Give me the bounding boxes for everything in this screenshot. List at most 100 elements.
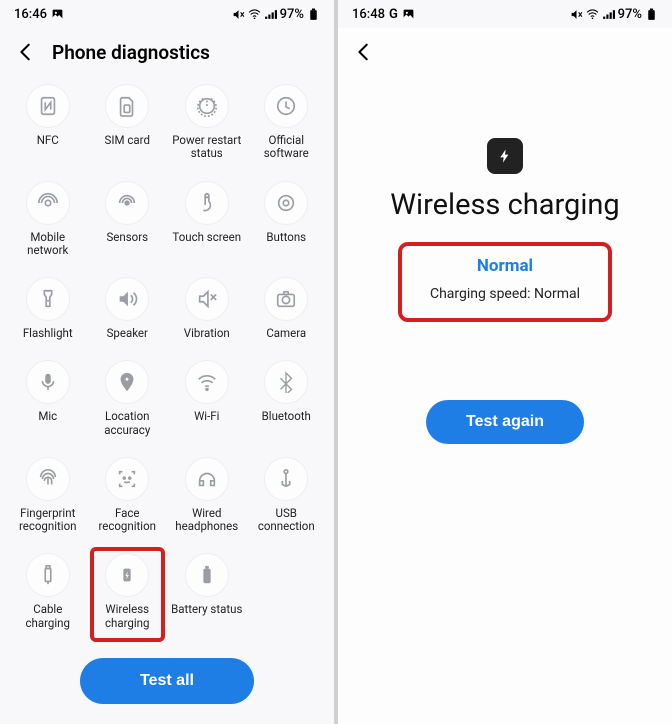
nfc-icon [26,84,70,128]
tile-label: Sensors [106,231,148,244]
status-bar: 16:48 G 97% [338,0,672,28]
tile-label: Wired headphones [169,507,245,533]
tile-label: Speaker [107,327,148,340]
flashlight-icon [26,277,70,321]
image-icon [51,8,64,21]
tile-label: Wireless charging [90,603,166,629]
fingerprint-icon [26,457,70,501]
tile-label: Battery status [171,603,242,616]
status-time: 16:46 [14,7,47,22]
power-icon [185,84,229,128]
page-title: Phone diagnostics [52,41,210,64]
tile-label: Official software [249,134,325,160]
result-box: Normal Charging speed: Normal [398,242,612,322]
tile-mic[interactable]: Mic [8,354,88,451]
tile-nfc[interactable]: NFC [8,78,88,175]
tile-battery[interactable]: Battery status [167,547,247,644]
tile-label: Vibration [184,327,230,340]
wifi-icon [185,360,229,404]
speaker-icon [105,277,149,321]
bluetooth-icon [264,360,308,404]
test-again-button[interactable]: Test again [426,400,584,444]
tile-speaker[interactable]: Speaker [88,271,168,354]
mute-icon [232,8,245,21]
tile-label: USB connection [249,507,325,533]
vibration-icon [185,277,229,321]
battery-icon [185,553,229,597]
result-title: Wireless charging [390,188,619,222]
tile-wireless[interactable]: Wireless charging [88,547,168,644]
phone-diagnostics-screen: 16:46 97% Phone diagnostics NFC SIM card P… [0,0,334,724]
tile-label: Bluetooth [262,410,311,423]
status-battery-pct: 97% [280,7,304,22]
tile-label: Wi-Fi [194,410,219,423]
face-icon [105,457,149,501]
tile-camera[interactable]: Camera [247,271,327,354]
tile-face[interactable]: Face recognition [88,451,168,548]
result-panel: Wireless charging Normal Charging speed:… [338,78,672,724]
tile-bluetooth[interactable]: Bluetooth [247,354,327,451]
tile-label: Camera [266,327,306,340]
tile-label: Mic [38,410,57,423]
image-icon [402,8,415,21]
tile-label: Touch screen [172,231,241,244]
tile-software[interactable]: Official software [247,78,327,175]
mute-icon [570,8,583,21]
touch-icon [185,181,229,225]
test-all-button[interactable]: Test all [80,658,254,704]
tile-touch[interactable]: Touch screen [167,175,247,272]
cable-icon [26,553,70,597]
tile-label: Fingerprint recognition [10,507,86,533]
signal-icon [264,8,277,21]
mobile-icon [26,181,70,225]
tile-flashlight[interactable]: Flashlight [8,271,88,354]
back-button[interactable] [14,40,38,64]
sim-icon [105,84,149,128]
tile-location[interactable]: Location accuracy [88,354,168,451]
usb-icon [264,457,308,501]
diagnostics-grid: NFC SIM card Power restart statusOfficial … [0,78,334,644]
mic-icon [26,360,70,404]
tile-wifi[interactable]: Wi-Fi [167,354,247,451]
result-status: Normal [430,256,580,276]
wifi-icon [586,8,599,21]
sensors-icon [105,181,149,225]
status-app-indicator: G [389,7,398,22]
header [338,28,672,78]
wireless-icon [105,553,149,597]
battery-icon [307,8,320,21]
tile-headphones[interactable]: Wired headphones [167,451,247,548]
tile-label: Location accuracy [90,410,166,436]
tile-sensors[interactable]: Sensors [88,175,168,272]
tile-cable[interactable]: Cable charging [8,547,88,644]
back-button[interactable] [352,40,376,64]
tile-label: Flashlight [23,327,73,340]
camera-icon [264,277,308,321]
tile-mobile[interactable]: Mobile network [8,175,88,272]
status-battery-pct: 97% [618,7,642,22]
tile-sim[interactable]: SIM card [88,78,168,175]
software-icon [264,84,308,128]
buttons-icon [264,181,308,225]
battery-icon [645,8,658,21]
result-detail: Charging speed: Normal [430,286,580,302]
status-time: 16:48 [352,7,385,22]
tile-label: SIM card [105,134,150,147]
bolt-icon [487,138,523,174]
tile-label: Cable charging [10,603,86,629]
tile-power[interactable]: Power restart status [167,78,247,175]
tile-label: Mobile network [10,231,86,257]
tile-fingerprint[interactable]: Fingerprint recognition [8,451,88,548]
tile-label: Buttons [266,231,306,244]
tile-buttons[interactable]: Buttons [247,175,327,272]
tile-usb[interactable]: USB connection [247,451,327,548]
signal-icon [602,8,615,21]
headphones-icon [185,457,229,501]
status-bar: 16:46 97% [0,0,334,28]
tile-label: Power restart status [169,134,245,160]
header: Phone diagnostics [0,28,334,78]
tile-vibration[interactable]: Vibration [167,271,247,354]
wireless-charging-result-screen: 16:48 G 97% Wireless charging Normal Cha… [338,0,672,724]
tile-label: Face recognition [90,507,166,533]
tile-label: NFC [37,134,59,147]
